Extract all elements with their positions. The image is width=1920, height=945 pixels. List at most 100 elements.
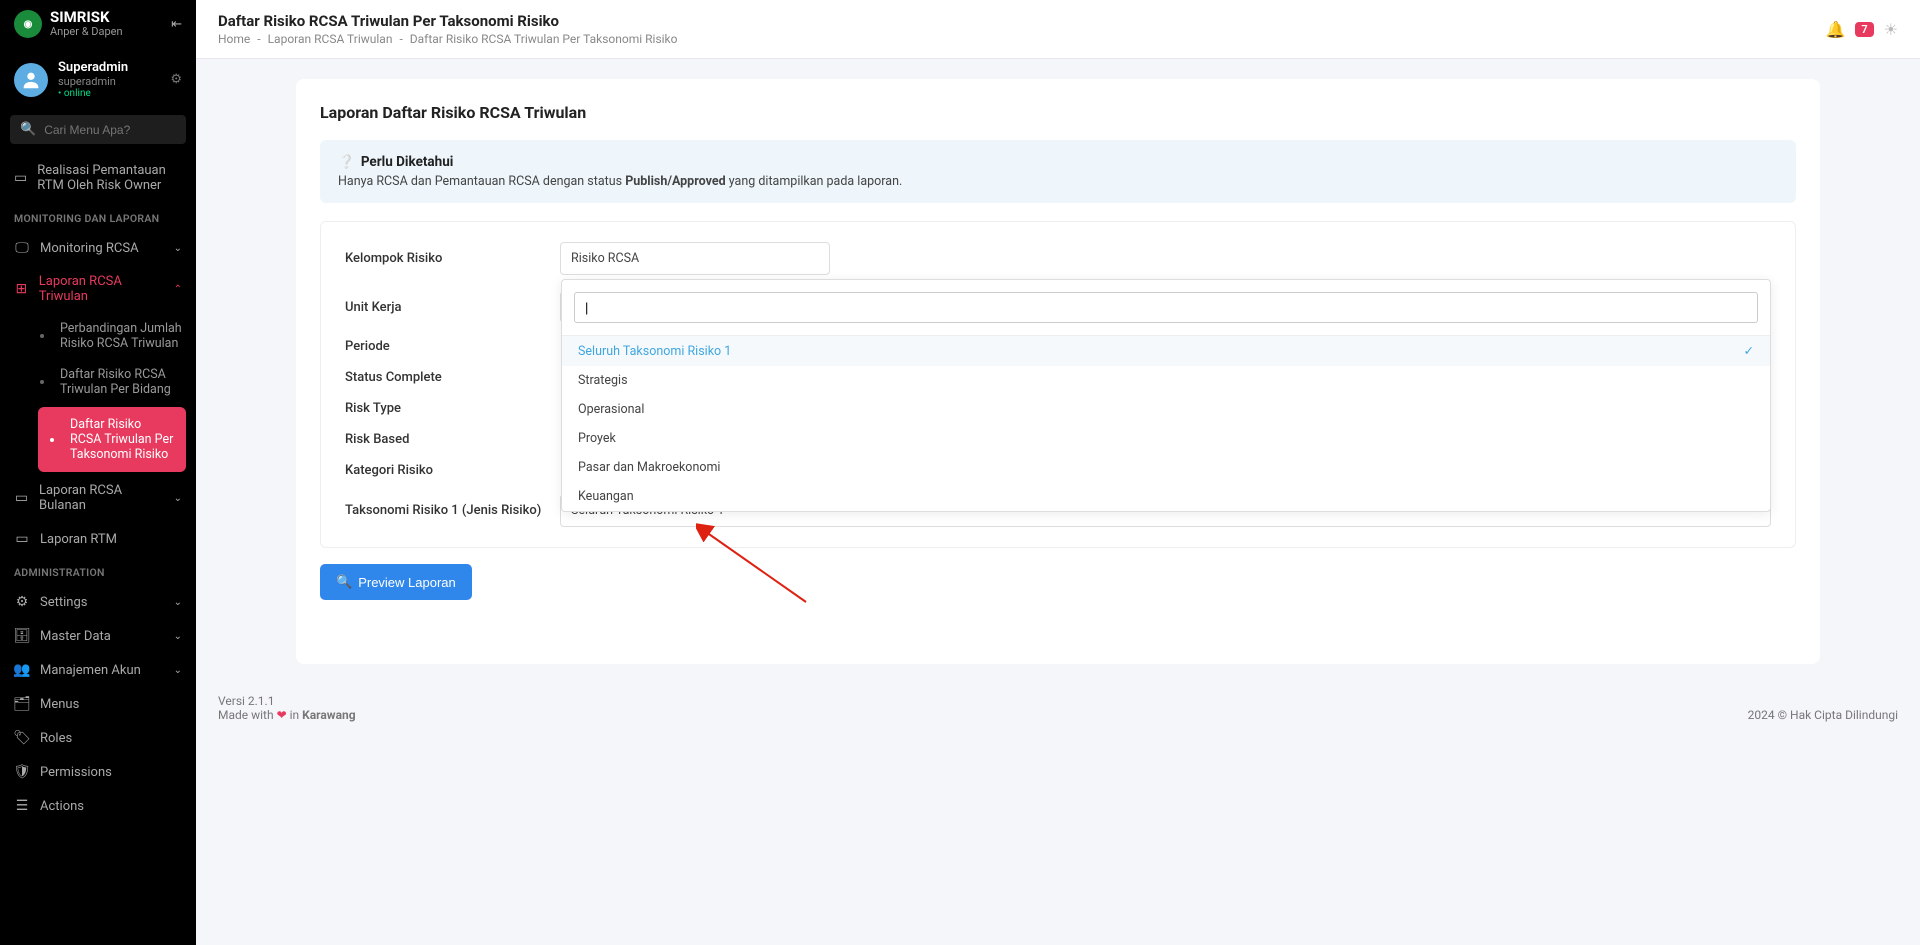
nav-label: Manajemen Akun [40,663,141,678]
sidebar: ◉ SIMRISK Anper & Dapen ⇤ Superadmin sup… [0,0,196,945]
footer-copyright: 2024 © Hak Cipta Dilindungi [1748,708,1898,722]
option-label: Proyek [578,431,616,446]
report-icon: ▭ [14,490,29,506]
users-icon: 👥 [14,662,30,678]
brand: ◉ SIMRISK Anper & Dapen ⇤ [0,0,196,48]
menu-icon: 🗂 [14,696,30,712]
label-unit-kerja: Unit Kerja [345,300,560,315]
card-title: Laporan Daftar Risiko RCSA Triwulan [320,103,1796,122]
dropdown-option[interactable]: Strategis [562,366,1770,395]
dot-icon [40,334,44,338]
chevron-down-icon: ⌄ [174,631,182,642]
option-label: Operasional [578,402,644,417]
alert-text: Hanya RCSA dan Pemantauan RCSA dengan st… [338,174,1778,189]
crumb-sep: - [257,32,260,46]
dropdown-list: Seluruh Taksonomi Risiko 1 ✓ Strategis O… [562,335,1770,511]
nav-master-data[interactable]: 🗄 Master Data ⌄ [0,619,196,653]
info-alert: ❔ Perlu Diketahui Hanya RCSA dan Pemanta… [320,140,1796,203]
shield-icon: 🛡 [14,764,30,780]
notif-badge[interactable]: 7 [1855,22,1873,37]
label-kelompok-risiko: Kelompok Risiko [345,251,560,266]
content: Laporan Daftar Risiko RCSA Triwulan ❔ Pe… [196,59,1920,684]
brand-name: SIMRISK [50,10,123,25]
theme-toggle-icon[interactable]: ☀ [1884,20,1898,39]
taksonomi-dropdown: Seluruh Taksonomi Risiko 1 ✓ Strategis O… [561,279,1771,512]
nav-label: Menus [40,697,79,712]
nav-sub-bidang[interactable]: Daftar Risiko RCSA Triwulan Per Bidang [28,359,196,405]
search-box[interactable]: 🔍 [10,115,186,144]
crumb-laporan[interactable]: Laporan RCSA Triwulan [268,32,393,46]
nav: ▭ Realisasi Pemantauan RTM Oleh Risk Own… [0,154,196,945]
crumb-sep: - [399,32,402,46]
nav-roles[interactable]: 🏷 Roles [0,721,196,755]
select-kelompok-risiko[interactable]: Risiko RCSA [560,242,830,275]
arrow-annotation-icon [696,522,816,612]
sidebar-collapse-icon[interactable]: ⇤ [171,17,182,32]
preview-button[interactable]: 🔍 Preview Laporan [320,564,472,600]
gear-icon[interactable]: ⚙ [170,72,182,87]
search-icon: 🔍 [336,574,352,590]
bell-icon[interactable]: 🔔 [1825,20,1845,39]
nav-section-admin: ADMINISTRATION [0,556,196,585]
chevron-down-icon: ⌄ [174,493,182,504]
nav-manajemen-akun[interactable]: 👥 Manajemen Akun ⌄ [0,653,196,687]
monitor-icon: 🖵 [14,240,30,256]
main: Daftar Risiko RCSA Triwulan Per Taksonom… [196,0,1920,945]
question-icon: ❔ [338,154,355,170]
footer-version: Versi 2.1.1 [218,694,356,708]
nav-sub-perbandingan[interactable]: Perbandingan Jumlah Risiko RCSA Triwulan [28,313,196,359]
user-name: Superadmin [58,60,128,75]
nav-settings[interactable]: ⚙ Settings ⌄ [0,585,196,619]
label-status-complete: Status Complete [345,370,560,385]
database-icon: 🗄 [14,628,30,644]
nav-sub-taksonomi[interactable]: Daftar Risiko RCSA Triwulan Per Taksonom… [38,407,186,472]
dropdown-option[interactable]: Operasional [562,395,1770,424]
nav-laporan-rtm[interactable]: ▭ Laporan RTM [0,522,196,556]
chevron-down-icon: ⌄ [174,243,182,254]
user-role: superadmin [58,75,128,88]
nav-label: Laporan RCSA Triwulan [39,274,164,304]
chevron-down-icon: ⌄ [174,665,182,676]
nav-actions[interactable]: ☰ Actions [0,789,196,823]
calendar-icon: ▭ [14,170,27,186]
nav-laporan-bulanan[interactable]: ▭ Laporan RCSA Bulanan ⌄ [0,474,196,522]
alert-title: ❔ Perlu Diketahui [338,154,1778,170]
nav-menus[interactable]: 🗂 Menus [0,687,196,721]
search-input[interactable] [44,123,196,137]
label-risk-based: Risk Based [345,432,560,447]
nav-label: Permissions [40,765,112,780]
nav-laporan-triwulan[interactable]: ⊞ Laporan RCSA Triwulan ⌃ [0,265,196,313]
chevron-down-icon: ⌄ [174,597,182,608]
crumb-current: Daftar Risiko RCSA Triwulan Per Taksonom… [410,32,678,46]
dropdown-search-input[interactable] [574,292,1758,323]
nav-label: Realisasi Pemantauan RTM Oleh Risk Owner [37,163,182,193]
nav-realisasi[interactable]: ▭ Realisasi Pemantauan RTM Oleh Risk Own… [0,154,196,202]
chevron-up-icon: ⌃ [174,284,182,295]
nav-sub-triwulan: Perbandingan Jumlah Risiko RCSA Triwulan… [0,313,196,472]
breadcrumb: Home - Laporan RCSA Triwulan - Daftar Ri… [218,32,677,46]
button-label: Preview Laporan [358,575,456,590]
filter-form: Kelompok Risiko Risiko RCSA Unit Kerja S… [320,221,1796,548]
dropdown-option[interactable]: Proyek [562,424,1770,453]
report-icon: ▭ [14,531,30,547]
user-status: • online [58,88,128,99]
label-kategori-risiko: Kategori Risiko [345,463,560,478]
nav-monitoring-rcsa[interactable]: 🖵 Monitoring RCSA ⌄ [0,231,196,265]
topbar: Daftar Risiko RCSA Triwulan Per Taksonom… [196,0,1920,59]
crumb-home[interactable]: Home [218,32,250,46]
alert-title-text: Perlu Diketahui [361,154,454,170]
nav-label: Roles [40,731,72,746]
search-icon: 🔍 [20,122,36,137]
dot-icon [50,438,54,442]
nav-label: Master Data [40,629,111,644]
report-card: Laporan Daftar Risiko RCSA Triwulan ❔ Pe… [296,79,1820,664]
tag-icon: 🏷 [14,730,30,746]
nav-section-monitoring: MONITORING DAN LAPORAN [0,202,196,231]
dropdown-option-selected[interactable]: Seluruh Taksonomi Risiko 1 ✓ [562,336,1770,366]
nav-label: Monitoring RCSA [40,241,139,256]
dropdown-option[interactable]: Pasar dan Makroekonomi [562,453,1770,482]
dropdown-option[interactable]: Keuangan [562,482,1770,511]
label-taksonomi: Taksonomi Risiko 1 (Jenis Risiko) [345,503,560,518]
footer: Versi 2.1.1 Made with ❤ in Karawang 2024… [196,684,1920,738]
nav-permissions[interactable]: 🛡 Permissions [0,755,196,789]
